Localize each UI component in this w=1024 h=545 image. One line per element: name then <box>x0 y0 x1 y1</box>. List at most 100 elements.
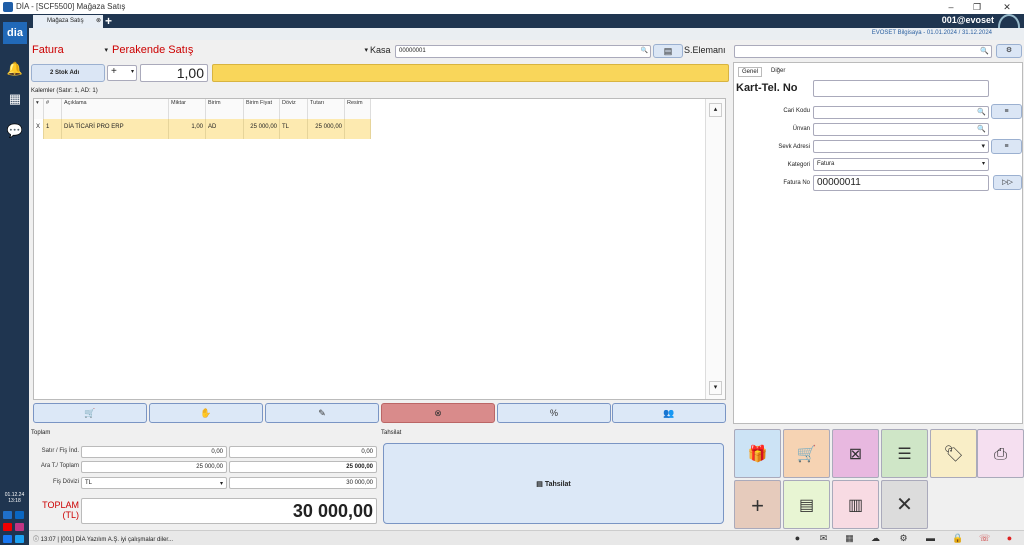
window-title: DİA - [SCF5500] Mağaza Satış <box>16 2 126 11</box>
operator-select[interactable]: + ▾ <box>107 65 137 81</box>
unvan-input[interactable]: 🔍 <box>813 123 989 136</box>
sevk-adresi-label: Sevk Adresi <box>778 144 810 150</box>
table-cell[interactable]: 1 <box>44 119 62 139</box>
kasa-input[interactable]: 00000001 🔍 <box>395 45 651 58</box>
tab-genel[interactable]: Genel <box>738 67 763 77</box>
lock-icon[interactable]: 🔒 <box>952 533 963 544</box>
table-cell[interactable]: 25 000,00 <box>308 119 345 139</box>
customers-button[interactable]: 👥 <box>612 403 726 423</box>
left-sidebar: dia 🔔 ▦ 💬 01.12.24 13:18 <box>0 14 29 545</box>
customer-panel: Genel Diğer Kart-Tel. No Cari Kodu 🔍 ≡ Ü… <box>733 62 1023 424</box>
close-button[interactable]: ✕ <box>996 0 1018 14</box>
message-icon[interactable]: ▬ <box>925 533 936 544</box>
sale-type-select[interactable]: Perakende Satış ▾ <box>112 44 370 57</box>
cash-register-button[interactable]: ▤ <box>653 44 683 58</box>
col-header[interactable]: Resim <box>345 99 371 119</box>
minimize-button[interactable]: – <box>940 0 962 14</box>
add-tile[interactable]: + <box>734 480 781 529</box>
totals-section-label: Toplam <box>31 430 51 436</box>
cloud-icon[interactable]: ☁ <box>870 533 881 544</box>
linkedin-icon[interactable] <box>15 511 24 519</box>
table-cell[interactable]: 1,00 <box>169 119 206 139</box>
settings-icon[interactable]: ⚙ <box>898 533 909 544</box>
chat-icon[interactable]: 💬 <box>6 122 24 140</box>
doviz-select[interactable]: TL ▾ <box>81 477 227 489</box>
tab-close-icon[interactable]: ⊗ <box>96 15 101 28</box>
printer-tile[interactable]: ⎙ <box>977 429 1024 478</box>
cari-kodu-input[interactable]: 🔍 <box>813 106 989 119</box>
gift-tile[interactable]: 🎁 <box>734 429 781 478</box>
salesperson-input[interactable]: 🔍 <box>734 45 992 58</box>
search-icon: 🔍 <box>640 48 648 54</box>
col-header[interactable]: Birim <box>206 99 244 119</box>
tab-diger[interactable]: Diğer <box>768 67 788 75</box>
satir-discount-input[interactable]: 0,00 <box>81 446 227 458</box>
chevron-down-icon: ▾ <box>104 47 108 54</box>
chat-icon[interactable]: ● <box>792 533 803 544</box>
phone-icon[interactable]: ☏ <box>979 533 990 544</box>
youtube-icon[interactable] <box>3 523 12 531</box>
power-icon[interactable]: ● <box>1004 533 1015 544</box>
status-bar: ⓘ 13:07 | [001] DİA Yazılım A.Ş. iyi çal… <box>29 530 1024 545</box>
clipboard-tile[interactable]: ⊠ <box>832 429 879 478</box>
col-header[interactable]: Miktar <box>169 99 206 119</box>
add-tab-button[interactable]: + <box>105 14 112 28</box>
fis-discount-input[interactable]: 0,00 <box>229 446 377 458</box>
bell-icon[interactable]: 🔔 <box>6 60 24 78</box>
salesperson-label: S.Elemanı <box>684 45 726 55</box>
table-cell[interactable] <box>345 119 371 139</box>
col-header[interactable]: Açıklama <box>62 99 169 119</box>
dia-logo[interactable]: dia <box>3 22 27 44</box>
col-menu[interactable]: ▾ <box>34 99 44 119</box>
register-tile[interactable]: ▤ <box>783 480 830 529</box>
hand-cash-button[interactable]: ✋ <box>149 403 263 423</box>
edit-doc-button[interactable]: ✎ <box>265 403 379 423</box>
dia-social-icon[interactable] <box>3 511 12 519</box>
twitter-icon[interactable] <box>15 535 24 543</box>
calendar-icon[interactable]: ▦ <box>6 90 24 108</box>
payment-button[interactable]: ▤ Tahsilat <box>383 443 724 524</box>
quantity-input[interactable]: 1,00 <box>140 64 208 82</box>
cancel-line-button[interactable]: ⊗ <box>381 403 495 423</box>
barcode-tile[interactable]: ▥ <box>832 480 879 529</box>
barcode-input[interactable] <box>212 64 729 82</box>
col-header[interactable]: Döviz <box>280 99 308 119</box>
cart-tile[interactable]: 🛒 <box>783 429 830 478</box>
close-tile[interactable]: ✕ <box>881 480 928 529</box>
row-delete-mark[interactable]: X <box>34 119 44 139</box>
company-info-bar: EVOSET Bilgisaya - 01.01.2024 / 31.12.20… <box>29 28 1024 40</box>
ara-toplam-value: 25 000,00 <box>81 461 227 473</box>
col-header[interactable]: # <box>44 99 62 119</box>
next-number-button[interactable]: ▷▷ <box>993 175 1022 190</box>
table-cell[interactable]: TL <box>280 119 308 139</box>
col-header[interactable]: Birim Fiyat <box>244 99 280 119</box>
maximize-button[interactable]: ❐ <box>966 0 988 14</box>
facebook-icon[interactable] <box>3 535 12 543</box>
table-cell[interactable]: 25 000,00 <box>244 119 280 139</box>
cari-menu-button[interactable]: ≡ <box>991 104 1022 119</box>
kategori-select[interactable]: Fatura ▾ <box>813 158 989 171</box>
mail-icon[interactable]: ✉ <box>818 533 829 544</box>
grid-icon[interactable]: ▦ <box>844 533 855 544</box>
search-icon: 🔍 <box>977 109 986 116</box>
tag-tile[interactable]: 🏷 <box>930 429 977 478</box>
table-cell[interactable]: AD <box>206 119 244 139</box>
grid-scrollbar[interactable]: ▴ ▾ <box>705 99 725 399</box>
discount-button[interactable]: % <box>497 403 611 423</box>
sevk-adresi-select[interactable]: ▾ <box>813 140 989 153</box>
instagram-icon[interactable] <box>15 523 24 531</box>
doc-type-select[interactable]: Fatura ▾ <box>32 44 110 57</box>
checklist-tile[interactable]: ☰ <box>881 429 928 478</box>
tab-magaza-satis[interactable]: Mağaza Satış ⊗ <box>33 15 103 28</box>
col-header[interactable]: Tutarı <box>308 99 345 119</box>
sevk-menu-button[interactable]: ≡ <box>991 139 1022 154</box>
stock-name-button[interactable]: 2 Stok Adı <box>31 64 105 82</box>
cash-icon: ▤ <box>536 481 545 488</box>
clock-date: 01.12.24 13:18 <box>4 492 25 504</box>
table-cell[interactable]: DİA TİCARİ PRO ERP <box>62 119 169 139</box>
kart-tel-input[interactable] <box>813 80 989 97</box>
cart-button[interactable]: 🛒 <box>33 403 147 423</box>
fatura-no-input[interactable]: 00000011 <box>813 175 989 191</box>
settings-gear-button[interactable]: ⚙ <box>996 44 1022 58</box>
doviz-label: Fiş Dövizi <box>52 479 79 485</box>
